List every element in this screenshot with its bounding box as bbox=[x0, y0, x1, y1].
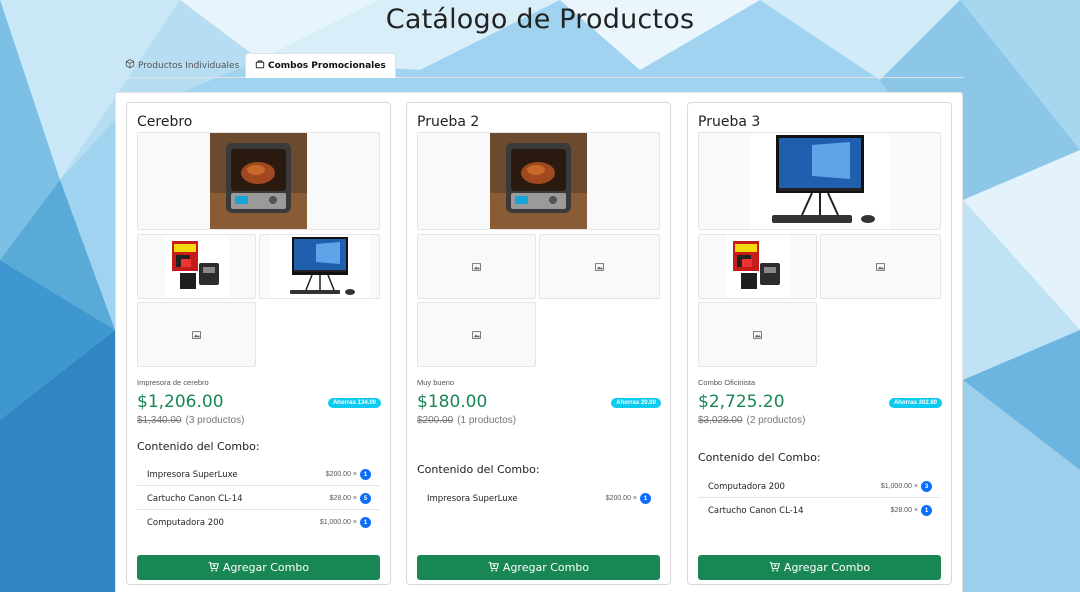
product-count: (2 productos) bbox=[746, 415, 806, 426]
original-price: $3,028.00 bbox=[698, 415, 743, 426]
tab-bar: Productos Individuales Combos Promociona… bbox=[116, 53, 964, 78]
page-title: Catálogo de Productos bbox=[385, 4, 695, 35]
combo-image-thumb[interactable] bbox=[820, 234, 941, 299]
food-machine-image bbox=[490, 133, 587, 229]
original-price-line: $3,028.00 (2 productos) bbox=[698, 415, 805, 426]
image-placeholder-icon bbox=[753, 330, 762, 339]
combo-title: Prueba 3 bbox=[698, 114, 761, 130]
item-name: Cartucho Canon CL-14 bbox=[147, 494, 243, 504]
combo-card: Prueba 3 Combo Oficinista $2,725.20 Ahor… bbox=[687, 102, 952, 585]
combo-title: Cerebro bbox=[137, 114, 193, 130]
image-placeholder-icon bbox=[876, 262, 885, 271]
tab-label: Productos Individuales bbox=[138, 60, 240, 71]
box-icon bbox=[125, 59, 135, 72]
cart-icon bbox=[488, 561, 499, 575]
item-price: $28.00 × bbox=[890, 507, 918, 514]
item-price: $200.00 × bbox=[605, 495, 637, 502]
combo-image-thumb[interactable] bbox=[259, 234, 380, 299]
combo-item: Computadora 200 $1,000.00 × 1 bbox=[137, 510, 380, 534]
qty-badge: 1 bbox=[640, 493, 651, 504]
qty-badge: 3 bbox=[921, 481, 932, 492]
combo-price: $1,206.00 bbox=[137, 392, 224, 412]
cart-icon bbox=[208, 561, 219, 575]
ink-cartridge-image bbox=[164, 235, 229, 298]
item-name: Computadora 200 bbox=[147, 518, 224, 528]
combo-item: Computadora 200 $1,000.00 × 3 bbox=[698, 474, 941, 498]
image-placeholder-icon bbox=[192, 330, 201, 339]
product-count: (3 productos) bbox=[185, 415, 245, 426]
combo-card: Prueba 2 Muy bueno $180.00 Ahorras 20.00… bbox=[406, 102, 671, 585]
combo-image-thumb[interactable] bbox=[698, 234, 817, 299]
bag-icon bbox=[255, 59, 265, 72]
savings-badge: Ahorras 302.80 bbox=[888, 398, 942, 408]
item-name: Impresora SuperLuxe bbox=[427, 494, 518, 504]
original-price-line: $1,340.00 (3 productos) bbox=[137, 415, 244, 426]
cart-icon bbox=[769, 561, 780, 575]
qty-badge: 5 bbox=[360, 493, 371, 504]
combo-card: Cerebro Impresora de cerebro $1,206.00 A… bbox=[126, 102, 391, 585]
image-placeholder-icon bbox=[472, 330, 481, 339]
item-price: $1,000.00 × bbox=[319, 519, 357, 526]
savings-badge: Ahorras 134.00 bbox=[327, 398, 381, 408]
combo-image-main[interactable] bbox=[698, 132, 941, 230]
item-name: Computadora 200 bbox=[708, 482, 785, 492]
ink-cartridge-image bbox=[725, 235, 790, 298]
item-price: $28.00 × bbox=[329, 495, 357, 502]
qty-badge: 1 bbox=[921, 505, 932, 516]
food-machine-image bbox=[210, 133, 307, 229]
button-label: Agregar Combo bbox=[502, 561, 590, 574]
combo-image-thumb[interactable] bbox=[539, 234, 660, 299]
computer-image bbox=[269, 235, 370, 298]
combo-contents-title: Contenido del Combo: bbox=[137, 440, 260, 453]
combo-items-list: Computadora 200 $1,000.00 × 3 Cartucho C… bbox=[698, 474, 941, 522]
combo-items-list: Impresora SuperLuxe $200.00 × 1 Cartucho… bbox=[137, 462, 380, 534]
combo-image-main[interactable] bbox=[137, 132, 380, 230]
computer-image bbox=[749, 133, 890, 229]
combo-title: Prueba 2 bbox=[417, 114, 480, 130]
item-name: Impresora SuperLuxe bbox=[147, 470, 238, 480]
savings-badge: Ahorras 20.00 bbox=[611, 398, 661, 408]
combo-price: $2,725.20 bbox=[698, 392, 785, 412]
combo-image-thumb[interactable] bbox=[417, 234, 536, 299]
page: Catálogo de Productos Productos Individu… bbox=[0, 0, 1080, 592]
combo-item: Cartucho Canon CL-14 $28.00 × 5 bbox=[137, 486, 380, 510]
button-label: Agregar Combo bbox=[222, 561, 310, 574]
tab-label: Combos Promocionales bbox=[268, 60, 386, 71]
image-placeholder-icon bbox=[472, 262, 481, 271]
add-combo-button[interactable]: Agregar Combo bbox=[417, 555, 660, 580]
combo-image-thumb[interactable] bbox=[417, 302, 536, 367]
product-count: (1 productos) bbox=[457, 415, 517, 426]
combo-image-main[interactable] bbox=[417, 132, 660, 230]
combo-image-thumb[interactable] bbox=[137, 234, 256, 299]
combo-items-list: Impresora SuperLuxe $200.00 × 1 bbox=[417, 486, 660, 510]
combo-item: Impresora SuperLuxe $200.00 × 1 bbox=[137, 462, 380, 486]
combo-description: Muy bueno bbox=[417, 378, 455, 387]
add-combo-button[interactable]: Agregar Combo bbox=[137, 555, 380, 580]
original-price: $1,340.00 bbox=[137, 415, 182, 426]
original-price: $200.00 bbox=[417, 415, 454, 426]
original-price-line: $200.00 (1 productos) bbox=[417, 415, 516, 426]
add-combo-button[interactable]: Agregar Combo bbox=[698, 555, 941, 580]
combo-item: Cartucho Canon CL-14 $28.00 × 1 bbox=[698, 498, 941, 522]
button-label: Agregar Combo bbox=[783, 561, 871, 574]
combo-contents-title: Contenido del Combo: bbox=[698, 451, 821, 464]
item-name: Cartucho Canon CL-14 bbox=[708, 506, 804, 516]
combo-image-thumb[interactable] bbox=[698, 302, 817, 367]
combo-image-thumb[interactable] bbox=[137, 302, 256, 367]
combo-item: Impresora SuperLuxe $200.00 × 1 bbox=[417, 486, 660, 510]
combo-price: $180.00 bbox=[417, 392, 488, 412]
combo-description: Combo Oficinista bbox=[698, 378, 756, 387]
item-price: $1,000.00 × bbox=[880, 483, 918, 490]
tab-promo-combos[interactable]: Combos Promocionales bbox=[245, 53, 396, 78]
item-price: $200.00 × bbox=[325, 471, 357, 478]
qty-badge: 1 bbox=[360, 517, 371, 528]
qty-badge: 1 bbox=[360, 469, 371, 480]
tab-individual-products[interactable]: Productos Individuales bbox=[116, 53, 248, 78]
combo-description: Impresora de cerebro bbox=[137, 378, 209, 387]
image-placeholder-icon bbox=[595, 262, 604, 271]
combo-contents-title: Contenido del Combo: bbox=[417, 463, 540, 476]
